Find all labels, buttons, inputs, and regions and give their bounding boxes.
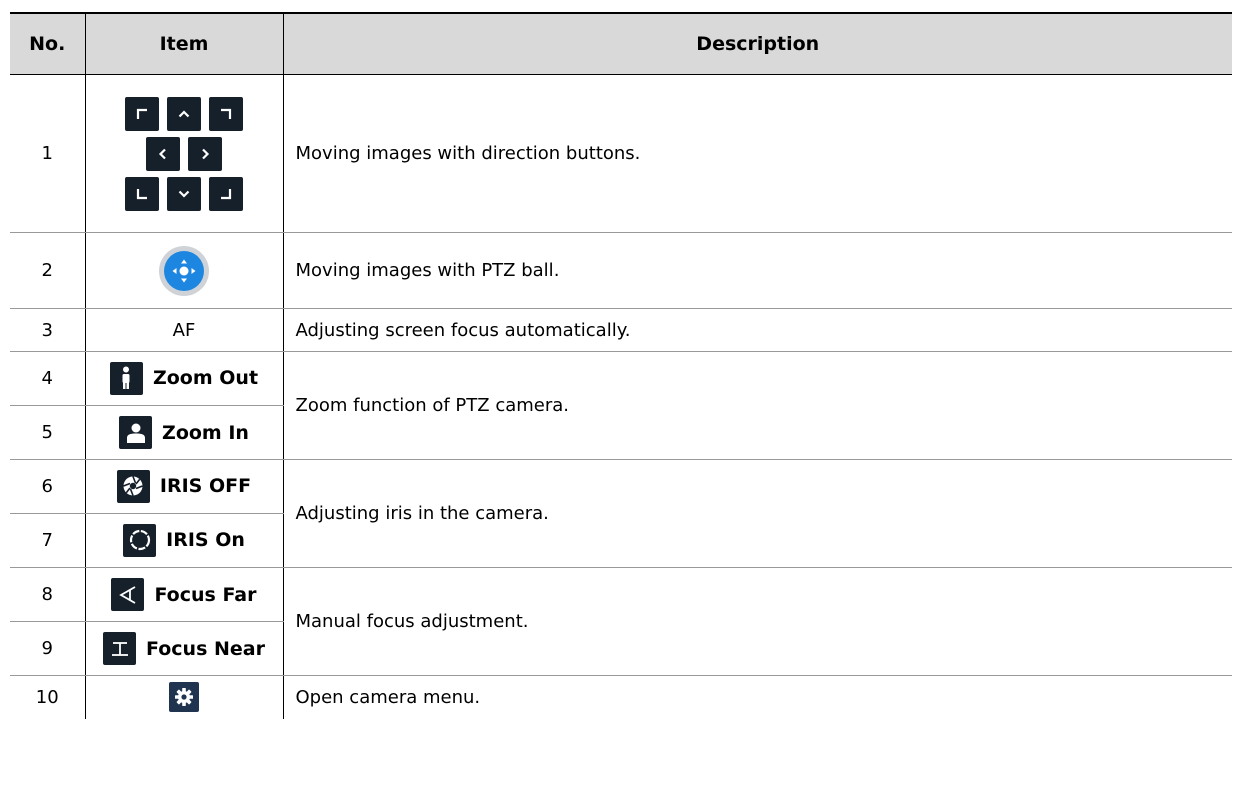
table-row: 6 IRIS OFF Adjusting iris in the camera.	[10, 459, 1232, 568]
bottom-left-arrow-icon	[125, 176, 159, 211]
row-description: Adjusting iris in the camera.	[282, 459, 1232, 568]
ptz-ball-icon	[159, 245, 209, 296]
up-arrow-icon	[167, 96, 201, 131]
row-description: Open camera menu.	[282, 675, 1232, 719]
right-arrow-icon	[188, 136, 222, 171]
table-row: 10 Open camera menu.	[10, 675, 1232, 719]
focus-near-label: Focus Near	[146, 637, 265, 660]
row-description: Manual focus adjustment.	[282, 567, 1232, 676]
table-row: 8 Focus Far Manual focus adjustment.	[10, 567, 1232, 676]
row-item: AF	[84, 308, 284, 352]
top-left-arrow-icon	[125, 96, 159, 131]
table-row: 4 Zoom Out Zoom function of PTZ camera.	[10, 351, 1232, 460]
row-description: Zoom function of PTZ camera.	[282, 351, 1232, 460]
table-row: 3 AF Adjusting screen focus automaticall…	[10, 308, 1232, 352]
row-item: IRIS OFF	[84, 459, 284, 514]
focus-near-icon	[103, 632, 137, 665]
row-number: 5	[10, 405, 86, 460]
person-bust-icon	[119, 416, 153, 449]
row-item: Focus Near	[84, 621, 283, 676]
iris-closed-icon	[116, 469, 150, 503]
row-number: 7	[10, 513, 86, 568]
row-number: 2	[10, 232, 86, 309]
row-number: 3	[10, 308, 86, 352]
row-item: Zoom Out	[84, 351, 284, 406]
header-description: Description	[282, 12, 1232, 75]
row-number: 10	[10, 675, 86, 719]
header-item: Item	[84, 12, 284, 75]
top-right-arrow-icon	[209, 96, 243, 131]
down-arrow-icon	[167, 176, 201, 211]
row-description: Moving images with direction buttons.	[282, 74, 1232, 233]
row-item: IRIS On	[84, 513, 283, 568]
row-number: 8	[10, 567, 86, 622]
row-item	[84, 74, 284, 233]
row-item: Zoom In	[84, 405, 283, 460]
direction-pad	[125, 96, 243, 211]
table-row: 1 Moving images with direction buttons.	[10, 74, 1232, 233]
iris-on-label: IRIS On	[166, 529, 245, 552]
row-number: 4	[10, 351, 86, 406]
row-number: 1	[10, 74, 86, 233]
zoom-out-label: Zoom Out	[152, 367, 259, 390]
row-description: Adjusting screen focus automatically.	[282, 308, 1232, 352]
row-description: Moving images with PTZ ball.	[282, 232, 1232, 309]
row-number: 6	[10, 459, 86, 514]
gear-icon	[169, 682, 199, 713]
person-standing-icon	[109, 361, 143, 395]
row-item	[84, 675, 284, 719]
header-no: No.	[10, 12, 86, 75]
iris-open-icon	[123, 523, 157, 557]
row-item	[84, 232, 284, 309]
zoom-in-label: Zoom In	[162, 421, 249, 444]
row-item: Focus Far	[84, 567, 284, 622]
description-table: No. Item Description 1 Moving images wit…	[10, 12, 1232, 719]
left-arrow-icon	[146, 136, 180, 171]
table-header-row: No. Item Description	[10, 12, 1232, 75]
table-row: 2 Moving images with PTZ ball.	[10, 232, 1232, 309]
focus-far-label: Focus Far	[154, 583, 257, 606]
bottom-right-arrow-icon	[209, 176, 243, 211]
iris-off-label: IRIS OFF	[159, 475, 252, 498]
focus-far-icon	[111, 578, 145, 611]
row-number: 9	[10, 621, 86, 676]
